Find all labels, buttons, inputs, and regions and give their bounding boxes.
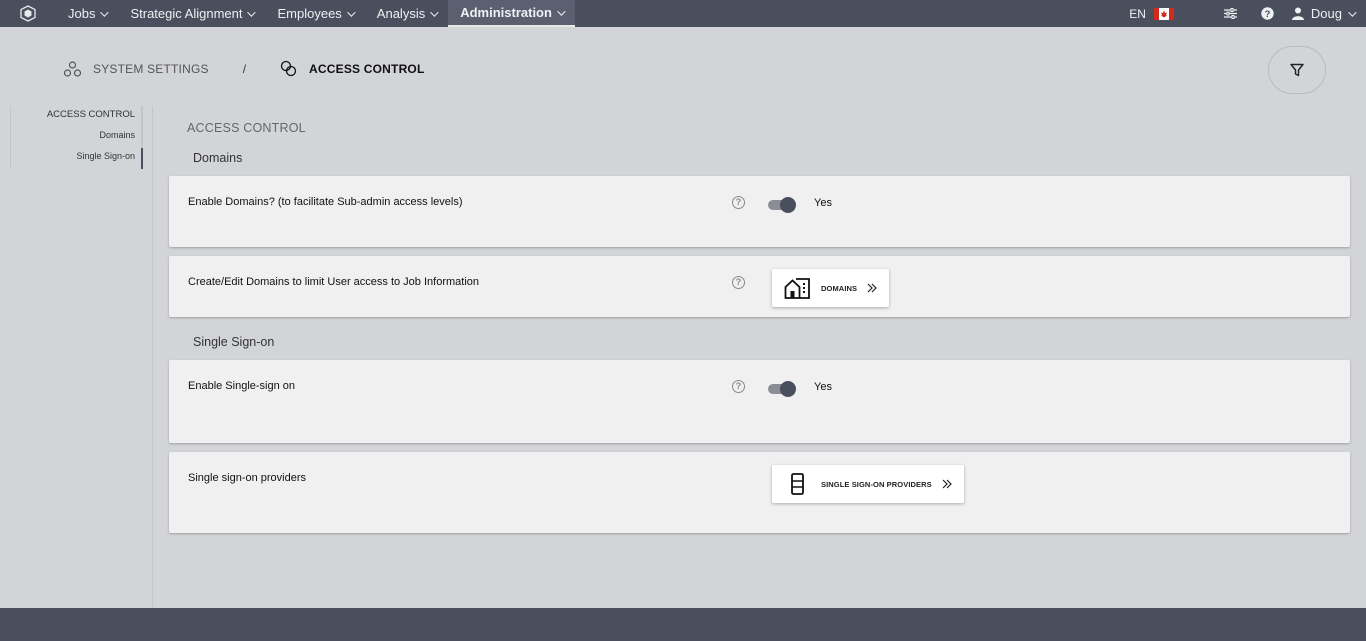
enable-domains-label: Enable Domains? (to facilitate Sub-admin… xyxy=(188,196,463,208)
help-icon[interactable]: ? xyxy=(732,276,745,289)
access-control-icon xyxy=(280,60,297,77)
chevron-down-icon xyxy=(247,7,257,17)
toggle-knob xyxy=(780,197,796,213)
system-settings-icon xyxy=(64,60,81,77)
double-chevron-right-icon xyxy=(867,283,877,293)
enable-sso-card: Enable Single-sign on ? Yes xyxy=(169,360,1350,443)
toggle-knob xyxy=(780,381,796,397)
chevron-down-icon xyxy=(346,7,356,17)
domains-button[interactable]: DOMAINS xyxy=(772,269,890,307)
user-menu[interactable]: Doug xyxy=(1291,6,1357,21)
canada-flag-icon[interactable] xyxy=(1153,7,1174,20)
sidenav-header[interactable]: ACCESS CONTROL xyxy=(10,106,143,127)
user-name: Doug xyxy=(1310,6,1342,21)
vertical-divider xyxy=(152,106,153,608)
sidenav-item-domains[interactable]: Domains xyxy=(10,127,143,148)
group-title-domains: Domains xyxy=(193,151,243,165)
nav-administration-label: Administration xyxy=(460,5,552,20)
edit-domains-label: Create/Edit Domains to limit User access… xyxy=(188,276,480,288)
sidenav-left-border xyxy=(10,106,11,168)
chevron-down-icon xyxy=(557,6,566,16)
breadcrumb-system-settings[interactable]: SYSTEM SETTINGS xyxy=(64,60,209,77)
svg-text:?: ? xyxy=(1265,9,1271,20)
sso-providers-button-label: SINGLE SIGN-ON PROVIDERS xyxy=(821,479,932,489)
help-icon[interactable]: ? xyxy=(732,196,745,209)
breadcrumb-current-label: ACCESS CONTROL xyxy=(309,61,425,76)
enable-sso-toggle[interactable] xyxy=(768,381,796,397)
group-title-sso: Single Sign-on xyxy=(193,335,275,349)
language-selector[interactable]: EN xyxy=(1129,7,1146,21)
app-logo-icon[interactable] xyxy=(0,0,56,27)
chevron-down-icon xyxy=(430,7,439,17)
help-circle-icon[interactable]: ? xyxy=(1261,7,1274,20)
edit-domains-card: Create/Edit Domains to limit User access… xyxy=(169,256,1350,317)
nav-jobs-label: Jobs xyxy=(68,6,96,21)
building-icon xyxy=(784,278,810,299)
breadcrumb-separator: / xyxy=(242,61,247,76)
nav-strategic-alignment-label: Strategic Alignment xyxy=(130,6,243,21)
enable-domains-toggle[interactable] xyxy=(768,197,796,213)
filter-button[interactable] xyxy=(1268,46,1326,94)
filter-icon xyxy=(1290,63,1304,77)
footer-bar xyxy=(0,608,1366,641)
enable-domains-value: Yes xyxy=(814,197,832,209)
enable-sso-label: Enable Single-sign on xyxy=(188,380,296,392)
nav-administration[interactable]: Administration xyxy=(448,0,575,27)
breadcrumb-parent-label: SYSTEM SETTINGS xyxy=(93,61,209,76)
sidenav-item-single-sign-on[interactable]: Single Sign-on xyxy=(10,148,143,169)
enable-domains-card: Enable Domains? (to facilitate Sub-admin… xyxy=(169,176,1350,247)
nav-employees[interactable]: Employees xyxy=(265,0,364,27)
chevron-down-icon xyxy=(1348,7,1357,17)
domains-button-label: DOMAINS xyxy=(821,283,858,293)
top-navbar: Jobs Strategic Alignment Employees Analy… xyxy=(0,0,1366,27)
enable-sso-value: Yes xyxy=(814,381,832,393)
nav-analysis-label: Analysis xyxy=(376,6,426,21)
sso-providers-card: Single sign-on providers SINGLE SIGN-ON … xyxy=(169,452,1350,533)
side-navigation: ACCESS CONTROL Domains Single Sign-on xyxy=(10,106,143,169)
user-icon xyxy=(1291,7,1304,20)
server-icon xyxy=(791,473,804,495)
section-title: ACCESS CONTROL xyxy=(187,121,306,135)
nav-analysis[interactable]: Analysis xyxy=(365,0,448,27)
nav-jobs[interactable]: Jobs xyxy=(56,0,118,27)
help-icon[interactable]: ? xyxy=(732,380,745,393)
breadcrumb-access-control: ACCESS CONTROL xyxy=(280,60,424,77)
settings-sliders-icon[interactable] xyxy=(1223,8,1237,19)
breadcrumb: SYSTEM SETTINGS / ACCESS CONTROL xyxy=(64,60,425,77)
nav-employees-label: Employees xyxy=(277,6,342,21)
sso-providers-label: Single sign-on providers xyxy=(188,472,307,484)
double-chevron-right-icon xyxy=(942,479,952,489)
sso-providers-button[interactable]: SINGLE SIGN-ON PROVIDERS xyxy=(772,465,964,503)
chevron-down-icon xyxy=(100,7,110,17)
nav-strategic-alignment[interactable]: Strategic Alignment xyxy=(118,0,265,27)
